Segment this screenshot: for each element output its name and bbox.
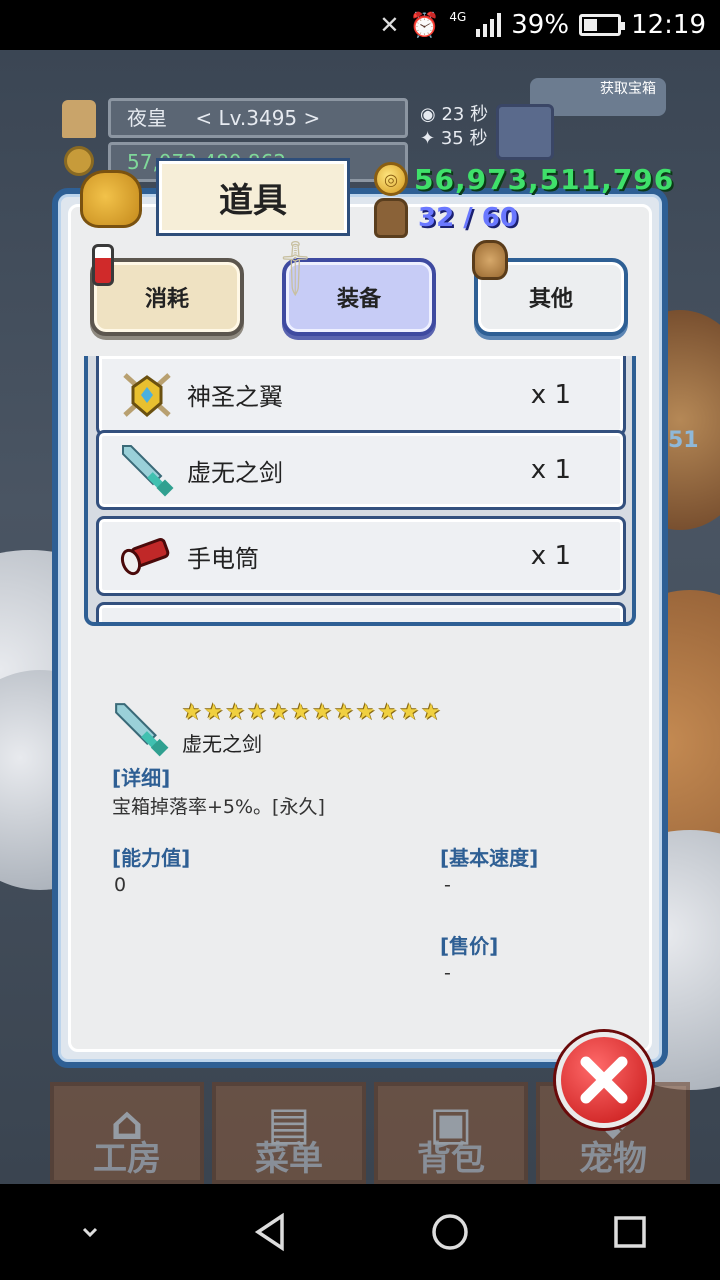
list-item[interactable]: 虚无之剑 x 1 — [96, 430, 626, 510]
tab-menu[interactable]: ▤ 菜单 — [212, 1082, 366, 1184]
price-heading: [售价] — [440, 934, 499, 958]
book-icon: ▤ — [267, 1096, 311, 1150]
tab-label: 装备 — [336, 287, 381, 312]
tab-label: 其他 — [528, 287, 573, 312]
item-count: x 1 — [530, 455, 571, 485]
star-icon: ★ — [355, 700, 376, 725]
bag-icon — [80, 170, 142, 228]
gold-display: ◎ 56,973,511,796 — [374, 162, 674, 196]
item-list[interactable]: 神圣之翼 x 1 虚无之剑 x 1 手电筒 x 1 — [84, 356, 636, 626]
item-count: x 1 — [530, 379, 571, 410]
clock: 12:19 — [631, 10, 706, 40]
star-icon: ★ — [312, 700, 333, 725]
navigation-bar — [0, 1184, 720, 1280]
player-level: < Lv.3495 > — [195, 106, 321, 130]
battery-icon — [579, 14, 626, 36]
recents-icon — [614, 1216, 646, 1248]
timer-1: ◉ 23 秒 — [420, 104, 489, 125]
star-icon: ★ — [377, 700, 398, 725]
status-bar: ✕ ⏰ 4G 39% 12:19 — [0, 0, 720, 50]
tab-workshop[interactable]: ⌂ 工房 — [50, 1082, 204, 1184]
star-icon: ★ — [268, 700, 289, 725]
void-sword-icon — [119, 442, 175, 498]
vibrate-off-icon: ✕ — [379, 11, 400, 39]
backpack-icon: ▣ — [429, 1096, 473, 1150]
battery-percent: 39% — [511, 10, 570, 40]
star-icon: ★ — [203, 700, 224, 725]
tab-label: 消耗 — [144, 287, 189, 312]
close-button[interactable] — [556, 1032, 652, 1128]
gold-coin-icon: ◎ — [374, 162, 408, 196]
detail-item-name: 虚无之剑 — [182, 732, 262, 756]
price-value: - — [444, 962, 451, 984]
list-item[interactable]: 神圣之翼 x 1 — [96, 356, 626, 436]
close-icon — [580, 1056, 628, 1104]
dialog-title: 道具 — [156, 158, 350, 236]
get-chest-label: 获取宝箱 — [600, 81, 656, 97]
player-avatar[interactable] — [62, 100, 96, 138]
star-icon: ★ — [225, 700, 246, 725]
rarity-stars: ★ ★ ★ ★ ★ ★ ★ ★ ★ ★ ★ ★ — [182, 700, 441, 725]
signal-icon — [476, 13, 502, 37]
capacity-display: 32 / 60 — [374, 198, 518, 238]
star-icon: ★ — [334, 700, 354, 725]
home-icon — [432, 1214, 468, 1250]
speed-heading: [基本速度] — [440, 846, 539, 870]
star-icon: ★ — [247, 700, 267, 725]
power-heading: [能力值] — [112, 846, 191, 870]
gold-value: 56,973,511,796 — [414, 162, 675, 196]
item-name: 虚无之剑 — [187, 458, 283, 487]
speed-value: - — [444, 874, 451, 896]
star-icon: ★ — [399, 700, 420, 725]
alarm-icon: ⏰ — [409, 11, 440, 39]
side-number: 51 — [668, 428, 699, 453]
item-name: 手电筒 — [187, 544, 259, 573]
list-item[interactable] — [96, 602, 626, 622]
timer-2: ✦ 35 秒 — [420, 128, 488, 149]
list-item[interactable]: 手电筒 x 1 — [96, 516, 626, 596]
network-type: 4G — [449, 10, 467, 24]
home-button[interactable] — [420, 1202, 480, 1262]
coin-icon — [64, 146, 94, 176]
treasure-chest-icon[interactable] — [496, 104, 554, 160]
player-name: 夜皇 — [127, 106, 167, 130]
item-name: 神圣之翼 — [187, 383, 283, 411]
star-icon: ★ — [421, 700, 441, 725]
flashlight-icon — [119, 528, 175, 584]
back-button[interactable] — [240, 1202, 300, 1262]
chevron-down-icon[interactable] — [60, 1202, 120, 1262]
holy-wings-icon — [119, 367, 175, 423]
item-count: x 1 — [530, 541, 571, 571]
star-icon: ★ — [290, 700, 311, 725]
capacity-value: 32 / 60 — [418, 203, 518, 233]
detail-text: 宝箱掉落率+5%。[永久] — [112, 796, 325, 818]
back-icon — [254, 1212, 284, 1252]
money-bag-icon — [472, 240, 508, 280]
potion-icon — [92, 244, 114, 286]
tab-backpack[interactable]: ▣ 背包 — [374, 1082, 528, 1184]
workshop-icon: ⌂ — [110, 1096, 144, 1150]
void-sword-icon — [112, 700, 170, 758]
power-value: 0 — [114, 874, 127, 896]
player-name-bar: 夜皇 < Lv.3495 > — [108, 98, 408, 138]
backpack-icon — [374, 198, 408, 238]
detail-heading: [详细] — [112, 766, 171, 790]
recents-button[interactable] — [600, 1202, 660, 1262]
star-icon: ★ — [182, 700, 202, 725]
